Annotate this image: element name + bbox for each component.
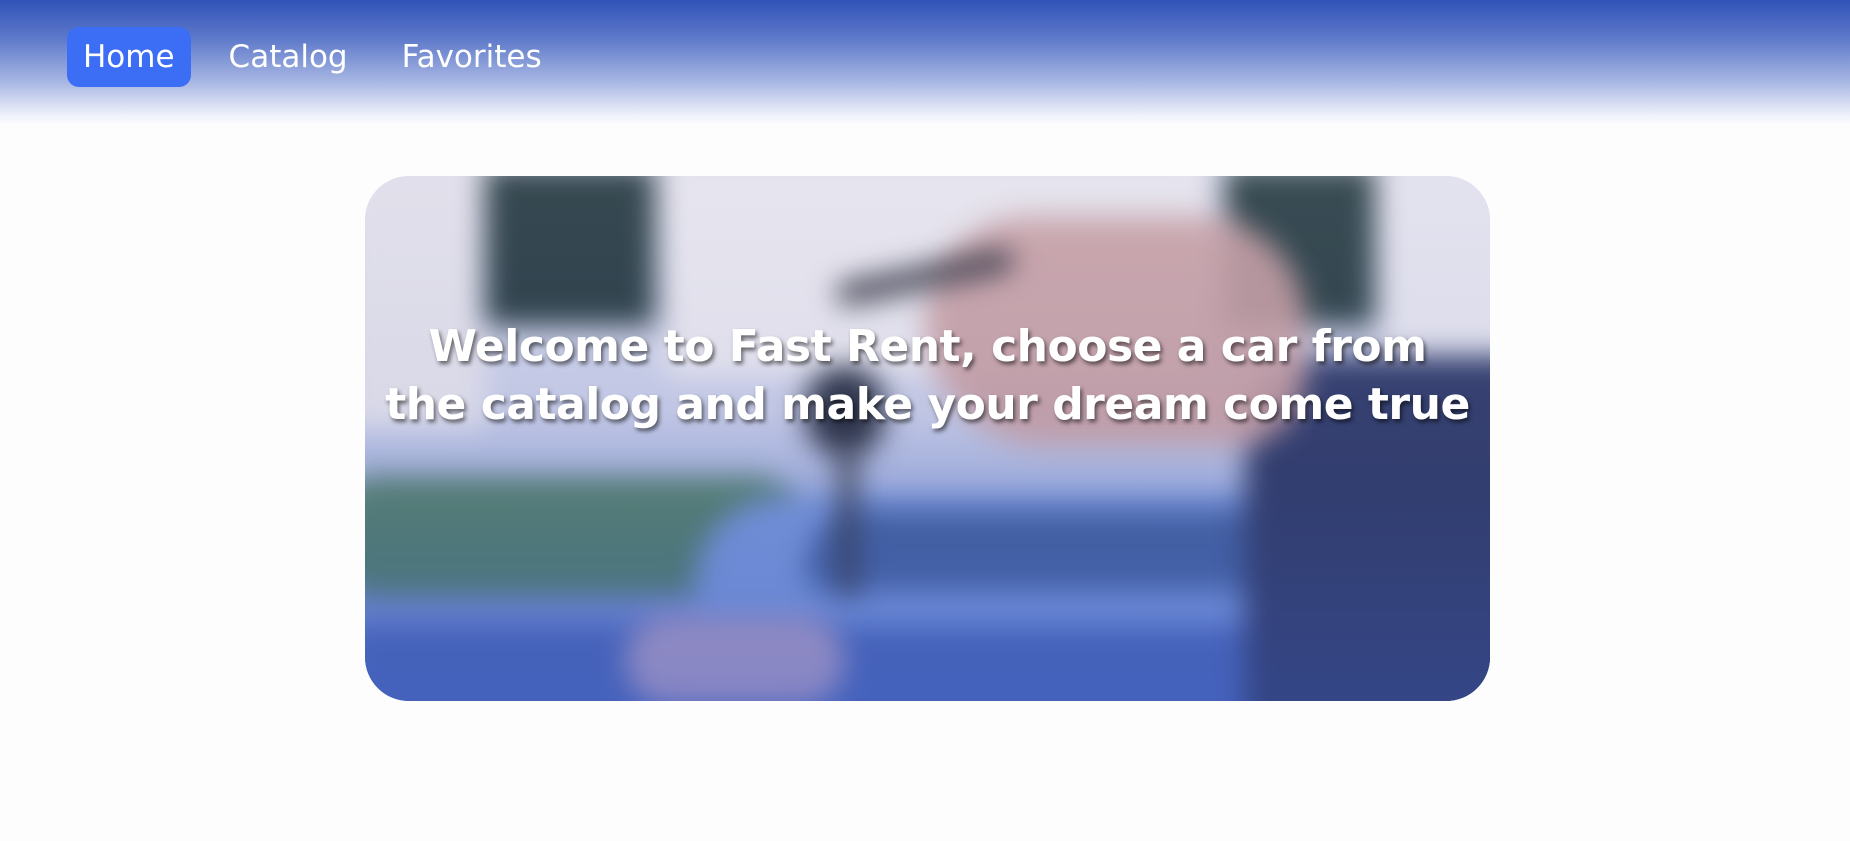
nav-link-catalog[interactable]: Catalog (213, 27, 364, 87)
nav-link-home[interactable]: Home (67, 27, 191, 87)
main-nav: Home Catalog Favorites (67, 27, 558, 87)
top-navigation-bar: Home Catalog Favorites (0, 0, 1850, 125)
hero-headline: Welcome to Fast Rent, choose a car from … (385, 321, 1470, 430)
nav-link-favorites[interactable]: Favorites (386, 27, 558, 87)
hero-banner: Welcome to Fast Rent, choose a car from … (365, 176, 1490, 701)
